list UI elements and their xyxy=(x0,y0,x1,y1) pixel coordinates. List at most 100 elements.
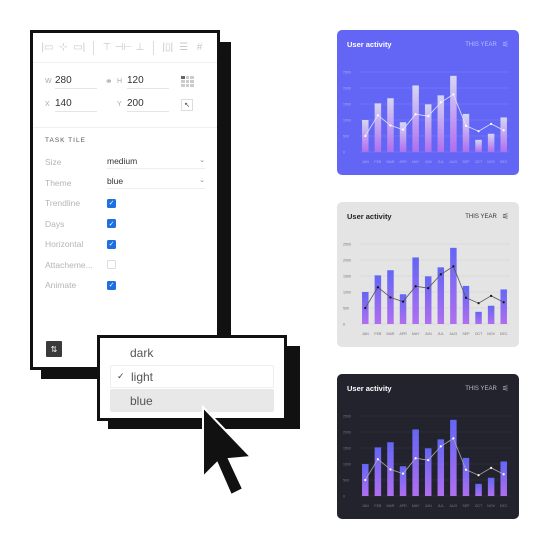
trendline-point xyxy=(376,458,379,461)
x-tick-label: JUN xyxy=(425,160,432,164)
trendline-point xyxy=(439,445,442,448)
size-select[interactable]: medium ⌄ xyxy=(107,156,205,169)
x-tick-label: JAN xyxy=(362,504,369,508)
animate-label: Animate xyxy=(45,280,77,291)
horizontal-label: Horizontal xyxy=(45,239,84,250)
period-label[interactable]: THIS YEAR xyxy=(465,214,497,220)
theme-select[interactable]: blue ⌄ xyxy=(107,176,205,190)
y-tick-label: 1000 xyxy=(343,463,351,467)
x-tick-label: AUG xyxy=(449,332,457,336)
chevron-down-icon: ⌄ xyxy=(199,177,205,185)
align-center-h-icon[interactable]: ⊹ xyxy=(57,41,70,55)
bar xyxy=(424,104,432,152)
link-icon[interactable]: ⚭ xyxy=(105,76,117,87)
trendline-point xyxy=(414,285,417,288)
period-label[interactable]: THIS YEAR xyxy=(465,386,497,392)
theme-label: Theme xyxy=(45,177,72,188)
distribute-h-icon[interactable]: |▯| xyxy=(161,41,174,55)
trendline xyxy=(364,93,504,137)
sliders-button[interactable]: ⇅ xyxy=(46,341,62,357)
bar xyxy=(412,429,419,496)
x-tick-label: JUL xyxy=(438,332,444,336)
bar xyxy=(437,439,445,496)
x-tick-label: OCT xyxy=(475,504,483,508)
filter-sliders-icon[interactable]: ⚟ xyxy=(502,384,509,393)
trendline-point xyxy=(502,129,505,132)
sliders-icon: ⇅ xyxy=(50,344,58,354)
animate-checkbox[interactable]: ✓ xyxy=(107,280,116,290)
trendline-point xyxy=(401,300,405,303)
option-light[interactable]: ✓ light xyxy=(110,365,274,388)
bar xyxy=(500,461,507,496)
width-input[interactable]: 280 xyxy=(55,75,97,89)
days-checkbox[interactable]: ✓ xyxy=(107,219,116,229)
align-toolbar: |▭ ⊹ ▭| ⊤ ⊣⊢ ⊥ |▯| ☰ # xyxy=(33,33,217,63)
x-input[interactable]: 140 xyxy=(55,98,97,112)
x-tick-label: OCT xyxy=(475,160,483,164)
trendline-point xyxy=(364,478,367,482)
bar xyxy=(487,133,495,152)
y-tick-label: 0 xyxy=(343,151,345,155)
attachements-label: Attacheme... xyxy=(45,259,93,270)
trendline-point xyxy=(477,474,480,477)
option-dark[interactable]: dark xyxy=(110,341,274,364)
trendline-point xyxy=(477,130,480,133)
trendline-point xyxy=(452,265,455,268)
chart-svg: 0 500 1000 1500 2000 2500 JAN FEB MAR APR MAY JUN JU… xyxy=(343,415,510,508)
x-tick-label: JAN xyxy=(362,160,369,164)
trendline-point xyxy=(364,306,367,310)
bar xyxy=(475,483,482,496)
bar xyxy=(475,139,482,152)
bar xyxy=(412,85,419,152)
trendline-point xyxy=(490,294,493,297)
bar xyxy=(500,117,507,152)
card-title: User activity xyxy=(347,40,392,49)
bar xyxy=(437,95,445,152)
trendline-checkbox[interactable]: ✓ xyxy=(107,198,116,208)
height-input[interactable]: 120 xyxy=(127,75,169,89)
x-tick-label: SEP xyxy=(462,332,470,336)
trendline-point xyxy=(427,115,430,118)
period-label[interactable]: THIS YEAR xyxy=(465,42,497,48)
trendline-point xyxy=(464,296,468,299)
y-input[interactable]: 200 xyxy=(127,98,169,112)
attachements-checkbox[interactable] xyxy=(107,260,116,270)
x-tick-label: SEP xyxy=(462,160,470,164)
option-label: dark xyxy=(130,345,154,360)
horizontal-checkbox[interactable]: ✓ xyxy=(107,239,116,249)
trendline-point xyxy=(464,468,468,471)
prop-theme: Theme blue ⌄ xyxy=(45,173,205,194)
chart-card-blue: 0 500 1000 1500 2000 2500 JAN FEB MAR APR MAY JUN JU… xyxy=(337,30,519,175)
x-label: X xyxy=(45,101,50,108)
y-tick-label: 1000 xyxy=(343,119,351,123)
align-right-icon[interactable]: ▭| xyxy=(73,41,86,55)
trendline-point xyxy=(452,93,455,96)
x-tick-label: JUN xyxy=(425,332,432,336)
position-icon[interactable]: ↖ xyxy=(181,98,193,111)
height-label: H xyxy=(117,78,123,85)
align-left-icon[interactable]: |▭ xyxy=(41,41,54,55)
trendline xyxy=(364,265,504,309)
y-tick-label: 1500 xyxy=(343,103,351,107)
bar xyxy=(450,419,457,496)
distribute-v-icon[interactable]: ☰ xyxy=(177,41,190,55)
align-top-icon[interactable]: ⊤ xyxy=(101,41,114,55)
y-tick-label: 1000 xyxy=(343,291,351,295)
x-tick-label: FEB xyxy=(374,332,382,336)
align-center-v-icon[interactable]: ⊣⊢ xyxy=(115,41,132,55)
x-tick-label: JAN xyxy=(362,332,369,336)
align-bottom-icon[interactable]: ⊥ xyxy=(133,41,146,55)
x-tick-label: SEP xyxy=(462,504,470,508)
option-label: blue xyxy=(130,393,153,408)
trendline-point xyxy=(401,472,405,475)
filter-sliders-icon[interactable]: ⚟ xyxy=(502,212,509,221)
size-value: medium xyxy=(107,155,138,166)
y-tick-label: 1500 xyxy=(343,447,351,451)
anchor-grid-icon[interactable] xyxy=(181,76,194,87)
grid-icon[interactable]: # xyxy=(193,41,206,55)
trendline-point xyxy=(464,124,468,127)
chart-svg: 0 500 1000 1500 2000 2500 JAN FEB MAR APR MAY JUN JU… xyxy=(343,243,510,336)
x-tick-label: DEC xyxy=(500,332,508,336)
filter-sliders-icon[interactable]: ⚟ xyxy=(502,40,509,49)
trendline-point xyxy=(427,459,430,462)
